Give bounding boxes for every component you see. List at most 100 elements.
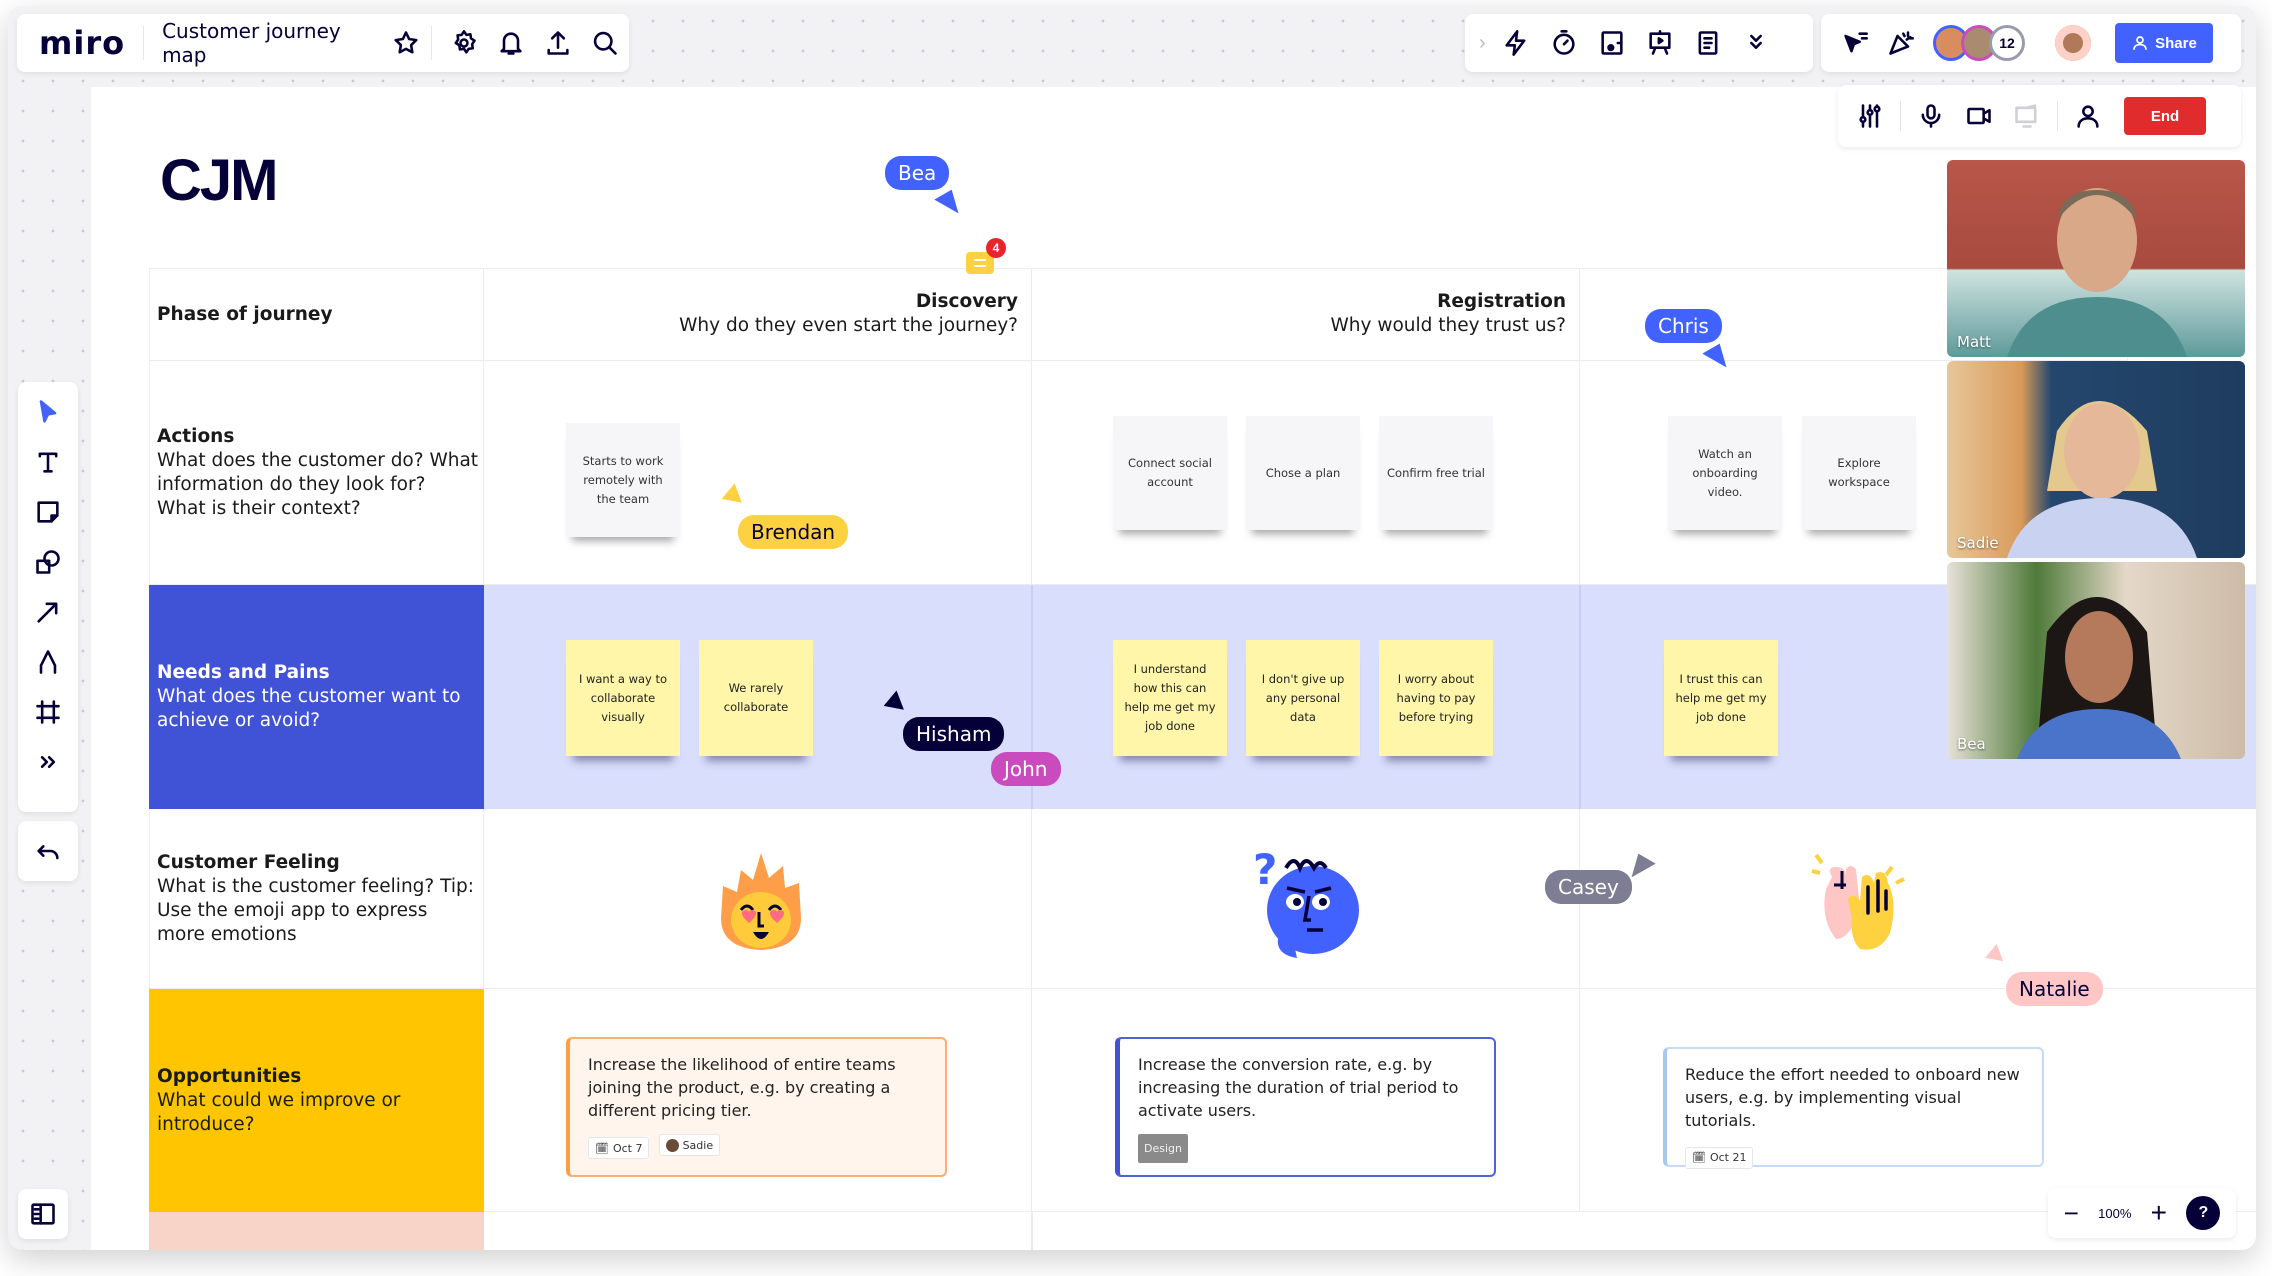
sticky-note[interactable]: I worry about having to pay before tryin…: [1379, 640, 1493, 756]
star-icon[interactable]: [388, 25, 423, 61]
feeling-extra-cell: [1580, 809, 2256, 989]
due-date-chip[interactable]: 🗓 Oct 21: [1685, 1146, 1754, 1169]
presentation-icon[interactable]: [1642, 25, 1678, 61]
action-card[interactable]: Watch an onboarding video.: [1668, 416, 1782, 530]
more-tools-icon[interactable]: [30, 744, 66, 780]
board-canvas[interactable]: CJM Phase of journey Discovery Why do th…: [91, 87, 2256, 1250]
zoom-controls: − 100% + ?: [2048, 1188, 2236, 1238]
board-title[interactable]: Customer journey map: [162, 19, 386, 67]
svg-text:?: ?: [1253, 845, 1277, 894]
needs-divider: [1579, 585, 1581, 809]
zoom-in-button[interactable]: +: [2151, 1197, 2167, 1229]
pen-tool-icon[interactable]: [30, 644, 66, 680]
microphone-icon[interactable]: [1913, 98, 1949, 134]
action-card[interactable]: Connect social account: [1113, 416, 1227, 530]
notes-icon[interactable]: [1690, 25, 1726, 61]
call-settings-sliders-icon[interactable]: [1852, 98, 1888, 134]
calendar-icon: 🗓: [595, 1141, 609, 1155]
participant-name: Bea: [1957, 735, 1986, 753]
tag-chip[interactable]: Design: [1138, 1134, 1188, 1163]
next-row-divider: [1031, 1212, 1033, 1250]
connector-arrow-icon[interactable]: [30, 594, 66, 630]
action-card[interactable]: Starts to work remotely with the team: [566, 423, 680, 537]
call-controls: End: [1838, 85, 2241, 147]
comment-count-badge: 4: [986, 238, 1006, 258]
participants-user-icon[interactable]: [2070, 98, 2106, 134]
opportunity-text: Reduce the effort needed to onboard new …: [1685, 1065, 2020, 1130]
camera-icon[interactable]: [1961, 98, 1997, 134]
celebrate-icon[interactable]: [1883, 25, 1919, 61]
zoom-level[interactable]: 100%: [2098, 1206, 2131, 1221]
opportunity-text: Increase the conversion rate, e.g. by in…: [1138, 1055, 1459, 1120]
divider: [431, 26, 433, 60]
end-call-button[interactable]: End: [2124, 97, 2206, 135]
cursor-label-hisham: Hisham: [903, 717, 1005, 751]
sticky-note[interactable]: I don't give up any personal data: [1246, 640, 1360, 756]
timer-icon[interactable]: [1546, 25, 1582, 61]
participant-silhouette: [2017, 597, 2181, 759]
sticky-note-tool-icon[interactable]: [30, 494, 66, 530]
divider: [143, 26, 145, 60]
shapes-tool-icon[interactable]: [30, 544, 66, 580]
more-collaborators-count[interactable]: 12: [1989, 25, 2025, 61]
video-tile-matt[interactable]: Matt: [1947, 160, 2245, 357]
phase-registration: Registration Why would they trust us?: [1330, 291, 1566, 336]
action-card[interactable]: Explore workspace: [1802, 416, 1916, 530]
due-date-chip[interactable]: 🗓 Oct 7: [588, 1137, 650, 1159]
comment-lines-icon: [974, 259, 986, 267]
search-icon[interactable]: [588, 25, 623, 61]
collaborator-avatars[interactable]: 12: [1933, 25, 2025, 61]
collaboration-toolbar: 12 Share: [1821, 14, 2241, 72]
current-user-avatar[interactable]: [2055, 25, 2091, 61]
opportunity-card[interactable]: Increase the conversion rate, e.g. by in…: [1115, 1037, 1496, 1177]
zoom-out-button[interactable]: −: [2064, 1198, 2079, 1229]
next-row-label-cell: [149, 1212, 484, 1250]
assignee-chip[interactable]: Sadie: [658, 1134, 721, 1156]
more-chevrons-icon[interactable]: [1738, 25, 1774, 61]
board-header-toolbar: miro Customer journey map: [17, 14, 629, 72]
action-card[interactable]: Confirm free trial: [1379, 416, 1493, 530]
sidebar-panel-icon[interactable]: [25, 1196, 61, 1232]
settings-gear-icon[interactable]: [446, 25, 481, 61]
expand-chevron-icon[interactable]: ›: [1479, 32, 1486, 55]
video-tile-sadie[interactable]: Sadie: [1947, 361, 2245, 558]
thinking-face-emoji[interactable]: ?: [1251, 844, 1371, 964]
cursor-label-john: John: [991, 752, 1061, 786]
frame-tool-icon[interactable]: [30, 694, 66, 730]
sticky-note[interactable]: I trust this can help me get my job done: [1664, 640, 1778, 756]
participant-silhouette: [2007, 188, 2187, 357]
waving-hands-emoji[interactable]: [1806, 847, 1916, 957]
fire-heart-eyes-emoji[interactable]: [711, 848, 811, 958]
help-button[interactable]: ?: [2186, 1196, 2221, 1230]
board-title: CJM: [160, 148, 278, 213]
text-tool-icon[interactable]: [30, 444, 66, 480]
undo-panel: [18, 821, 78, 881]
creation-toolbar: [18, 382, 78, 812]
apps-toolbar: ›: [1465, 14, 1813, 72]
export-upload-icon[interactable]: [541, 25, 576, 61]
lightning-icon[interactable]: [1498, 25, 1534, 61]
opportunity-card[interactable]: Increase the likelihood of entire teams …: [566, 1037, 947, 1177]
undo-icon[interactable]: [30, 833, 66, 869]
screen-share-icon[interactable]: [2009, 98, 2045, 134]
user-icon: [2133, 36, 2147, 50]
sticky-note[interactable]: We rarely collaborate: [699, 640, 813, 756]
share-button[interactable]: Share: [2115, 23, 2213, 63]
sticky-note[interactable]: I want a way to collaborate visually: [566, 640, 680, 756]
avatar: [665, 1138, 679, 1152]
select-cursor-icon[interactable]: [30, 394, 66, 430]
miro-logo[interactable]: miro: [39, 24, 125, 62]
participant-name: Matt: [1957, 333, 1991, 351]
sticky-note[interactable]: I understand how this can help me get my…: [1113, 640, 1227, 756]
cursor-follow-icon[interactable]: [1837, 25, 1873, 61]
action-card[interactable]: Chose a plan: [1246, 416, 1360, 530]
card-embed-icon[interactable]: [1594, 25, 1630, 61]
video-tile-bea[interactable]: Bea: [1947, 562, 2245, 759]
opportunity-card[interactable]: Reduce the effort needed to onboard new …: [1663, 1047, 2044, 1169]
sidebar-toggle-panel: [18, 1189, 68, 1239]
opps-label: Opportunities What could we improve or in…: [157, 1065, 401, 1135]
comment-marker[interactable]: 4: [966, 238, 1006, 274]
notifications-bell-icon[interactable]: [494, 25, 529, 61]
miro-app: CJM Phase of journey Discovery Why do th…: [8, 6, 2256, 1250]
cursor-label-brendan: Brendan: [738, 515, 849, 549]
